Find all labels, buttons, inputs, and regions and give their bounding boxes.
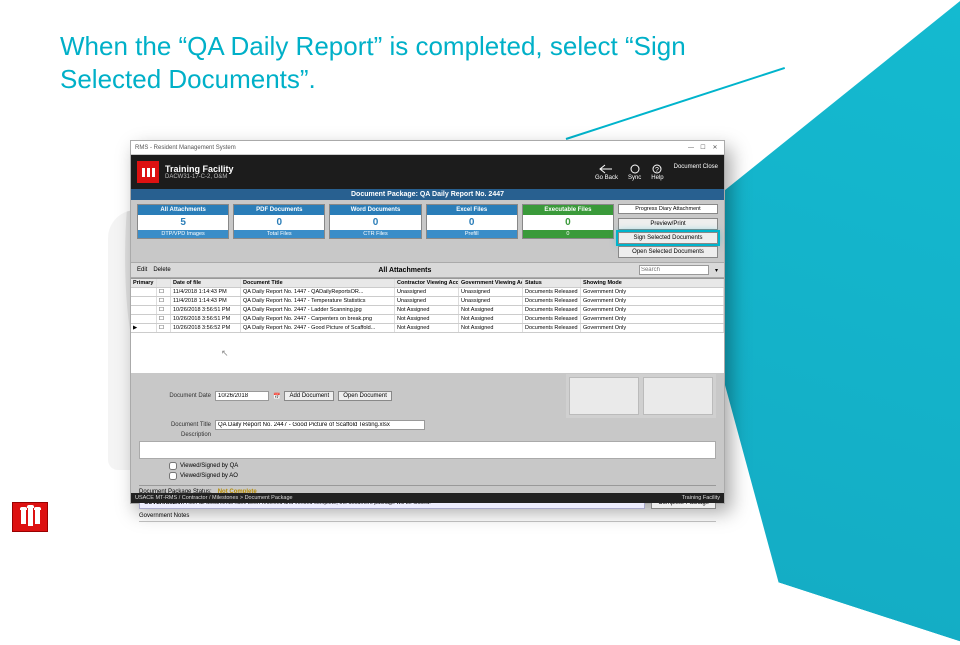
- description-textarea[interactable]: [139, 441, 716, 459]
- help-button[interactable]: ?Help: [651, 164, 663, 181]
- table-row[interactable]: ☐11/4/2018 1:14:43 PMQA Daily Report No.…: [131, 288, 724, 297]
- facility-subtitle: DACW31-17-C-2, O&M: [165, 174, 234, 180]
- card-executable[interactable]: Executable Files00: [522, 204, 614, 239]
- cursor-icon: ↖: [221, 348, 229, 359]
- app-header: Training Facility DACW31-17-C-2, O&M Go …: [131, 155, 724, 189]
- attachments-grid: Primary Date of file Document Title Cont…: [131, 278, 724, 333]
- usace-logo-icon: [137, 161, 159, 183]
- doc-title-input[interactable]: [215, 420, 425, 430]
- doc-date-input[interactable]: [215, 391, 269, 401]
- slide-title: When the “QA Daily Report” is completed,…: [60, 30, 730, 95]
- signed-qa-checkbox[interactable]: [169, 462, 177, 470]
- doc-date-label: Document Date: [139, 393, 211, 399]
- app-screenshot: RMS - Resident Management System — ☐ ✕ T…: [130, 140, 725, 504]
- col-date[interactable]: Date of file: [171, 279, 241, 287]
- search-input[interactable]: [639, 265, 709, 275]
- col-title[interactable]: Document Title: [241, 279, 395, 287]
- edit-button[interactable]: Edit: [137, 267, 147, 273]
- summary-cards: All Attachments5DTP/VPD Images PDF Docum…: [131, 200, 724, 262]
- card-all-attachments[interactable]: All Attachments5DTP/VPD Images: [137, 204, 229, 239]
- breadcrumb: USACE MT-RMS / Contractor / Milestones >…: [131, 493, 724, 503]
- signed-ao-checkbox[interactable]: [169, 472, 177, 480]
- progress-diary-box[interactable]: Progress Diary Attachment: [618, 204, 718, 214]
- col-status[interactable]: Status: [523, 279, 581, 287]
- grid-toolbar: Edit Delete All Attachments ▾: [131, 262, 724, 278]
- add-document-button[interactable]: Add Document: [284, 391, 334, 401]
- table-row[interactable]: ▶☐10/26/2018 3:56:52 PMQA Daily Report N…: [131, 324, 724, 333]
- minimize-icon[interactable]: —: [686, 144, 696, 152]
- signed-qa-label: Viewed/Signed by QA: [180, 463, 238, 469]
- delete-button[interactable]: Delete: [153, 267, 170, 273]
- col-gov-view[interactable]: Government Viewing Access: [459, 279, 523, 287]
- maximize-icon[interactable]: ☐: [698, 144, 708, 152]
- open-selected-documents-button[interactable]: Open Selected Documents: [618, 246, 718, 258]
- window-titlebar: RMS - Resident Management System — ☐ ✕: [131, 141, 724, 155]
- go-back-button[interactable]: Go Back: [595, 164, 618, 181]
- preview-print-button[interactable]: Preview/Print: [618, 218, 718, 230]
- card-excel[interactable]: Excel Files0Prefill: [426, 204, 518, 239]
- facility-name: Training Facility: [165, 164, 234, 174]
- table-row[interactable]: ☐11/4/2018 1:14:43 PMQA Daily Report No.…: [131, 297, 724, 306]
- card-word[interactable]: Word Documents0CTR Files: [329, 204, 421, 239]
- col-ctr-view[interactable]: Contractor Viewing Access: [395, 279, 459, 287]
- close-icon[interactable]: ✕: [710, 144, 720, 152]
- open-document-button[interactable]: Open Document: [338, 391, 392, 401]
- sign-selected-documents-button[interactable]: Sign Selected Documents: [618, 232, 718, 244]
- sync-button[interactable]: Sync: [628, 164, 641, 181]
- table-row[interactable]: ☐10/26/2018 3:56:51 PMQA Daily Report No…: [131, 306, 724, 315]
- doc-close-button[interactable]: Document Close: [674, 164, 718, 181]
- thumbnail-area: [566, 374, 716, 418]
- doc-title-label: Document Title: [139, 422, 211, 428]
- table-row[interactable]: ☐10/26/2018 3:56:51 PMQA Daily Report No…: [131, 315, 724, 324]
- col-showing[interactable]: Showing Mode: [581, 279, 724, 287]
- government-notes-label: Government Notes: [139, 511, 716, 522]
- signed-ao-label: Viewed/Signed by AO: [180, 473, 238, 479]
- breadcrumb-right: Training Facility: [682, 495, 720, 501]
- empty-area: ↖: [131, 333, 724, 373]
- breadcrumb-path[interactable]: USACE MT-RMS / Contractor / Milestones >…: [135, 495, 293, 501]
- window-title: RMS - Resident Management System: [135, 145, 236, 151]
- grid-title: All Attachments: [378, 267, 431, 274]
- description-label: Description: [139, 432, 211, 438]
- calendar-icon[interactable]: 📅: [273, 393, 280, 400]
- card-pdf[interactable]: PDF Documents0Total Files: [233, 204, 325, 239]
- svg-text:?: ?: [656, 167, 660, 174]
- package-title: Document Package: QA Daily Report No. 24…: [131, 189, 724, 200]
- col-primary[interactable]: Primary: [131, 279, 157, 287]
- filter-icon[interactable]: ▾: [715, 267, 718, 274]
- slide-usace-logo-icon: [12, 502, 48, 532]
- col-select: [157, 279, 171, 287]
